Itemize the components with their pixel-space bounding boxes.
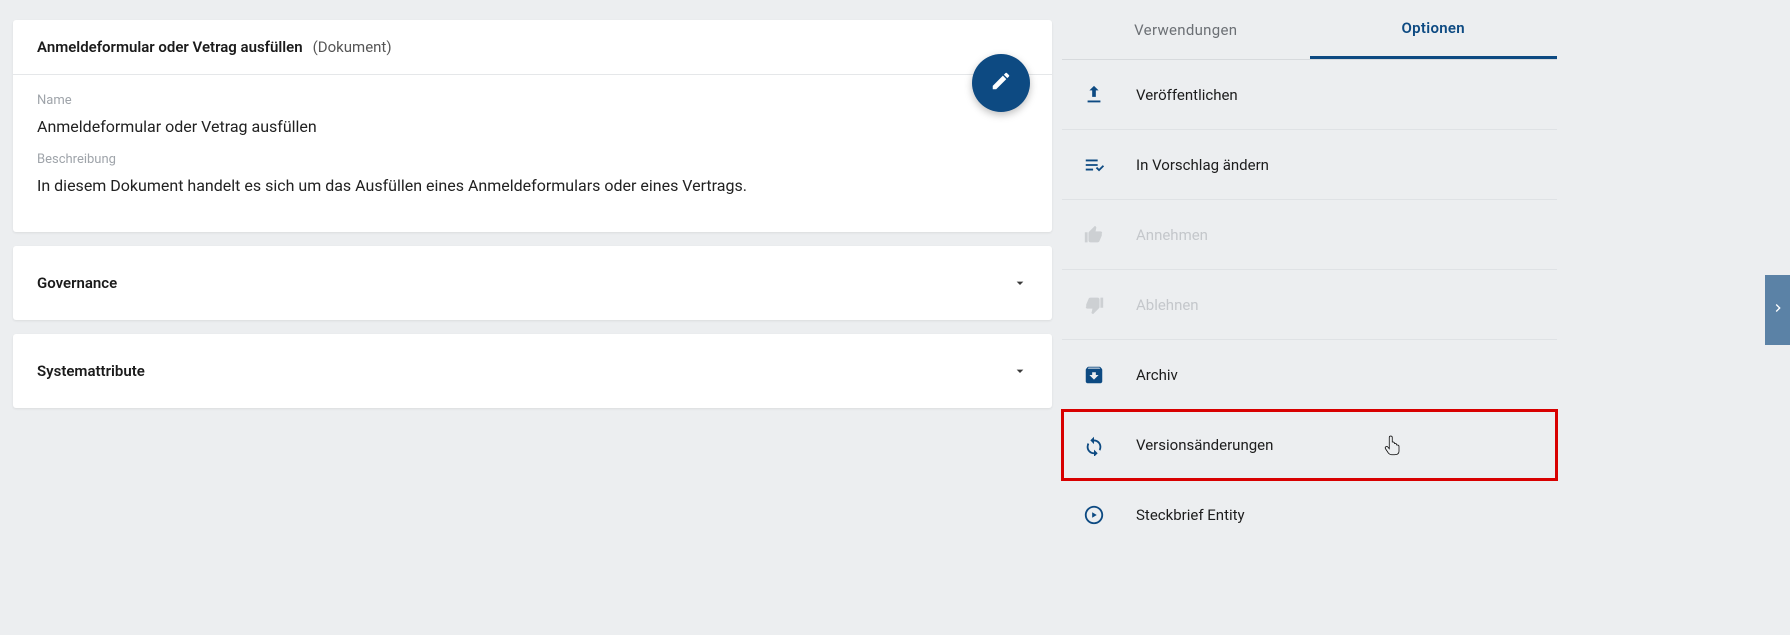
- details-card-header: Anmeldeformular oder Vetrag ausfüllen (D…: [13, 20, 1052, 75]
- name-label: Name: [37, 93, 1028, 108]
- edit-button[interactable]: [972, 54, 1030, 112]
- play-circle-icon: [1082, 503, 1106, 527]
- option-profile-entity[interactable]: Steckbrief Entity: [1062, 480, 1557, 550]
- option-label: Archiv: [1136, 366, 1178, 384]
- option-version-changes[interactable]: Versionsänderungen: [1062, 410, 1557, 480]
- option-reject: Ablehnen: [1062, 270, 1557, 340]
- panel-expand-toggle[interactable]: [1765, 275, 1790, 345]
- option-label: Ablehnen: [1136, 296, 1199, 314]
- card-subtitle: (Dokument): [313, 38, 392, 56]
- chevron-right-icon: [1770, 300, 1786, 320]
- archive-icon: [1082, 363, 1106, 387]
- option-label: In Vorschlag ändern: [1136, 156, 1269, 174]
- option-archive[interactable]: Archiv: [1062, 340, 1557, 410]
- details-card-body: Name Anmeldeformular oder Vetrag ausfüll…: [13, 75, 1052, 232]
- description-value: In diesem Dokument handelt es sich um da…: [37, 175, 1028, 197]
- name-value: Anmeldeformular oder Vetrag ausfüllen: [37, 116, 1028, 138]
- option-label: Versionsänderungen: [1136, 436, 1273, 454]
- chevron-down-icon: [1012, 363, 1028, 379]
- systemattribute-section[interactable]: Systemattribute: [13, 334, 1052, 408]
- thumbs-down-icon: [1082, 293, 1106, 317]
- side-panel: Verwendungen Optionen Veröffentlichen In…: [1062, 0, 1557, 635]
- option-label: Veröffentlichen: [1136, 86, 1238, 104]
- pencil-icon: [990, 70, 1012, 96]
- governance-title: Governance: [37, 274, 117, 292]
- thumbs-up-icon: [1082, 223, 1106, 247]
- list-check-icon: [1082, 153, 1106, 177]
- main-column: Anmeldeformular oder Vetrag ausfüllen (D…: [0, 0, 1065, 635]
- options-list: Veröffentlichen In Vorschlag ändern Anne…: [1062, 60, 1557, 550]
- details-card: Anmeldeformular oder Vetrag ausfüllen (D…: [13, 20, 1052, 232]
- option-to-proposal[interactable]: In Vorschlag ändern: [1062, 130, 1557, 200]
- tab-options[interactable]: Optionen: [1310, 0, 1558, 59]
- chevron-down-icon: [1012, 275, 1028, 291]
- option-label: Steckbrief Entity: [1136, 506, 1245, 524]
- upload-icon: [1082, 83, 1106, 107]
- option-accept: Annehmen: [1062, 200, 1557, 270]
- systemattribute-title: Systemattribute: [37, 362, 145, 380]
- card-title: Anmeldeformular oder Vetrag ausfüllen: [37, 38, 303, 56]
- option-publish[interactable]: Veröffentlichen: [1062, 60, 1557, 130]
- option-label: Annehmen: [1136, 226, 1208, 244]
- tab-usages[interactable]: Verwendungen: [1062, 0, 1310, 59]
- side-tabs: Verwendungen Optionen: [1062, 0, 1557, 60]
- cursor-pointer-icon: [1384, 434, 1402, 456]
- governance-section[interactable]: Governance: [13, 246, 1052, 320]
- history-icon: [1082, 433, 1106, 457]
- description-label: Beschreibung: [37, 152, 1028, 167]
